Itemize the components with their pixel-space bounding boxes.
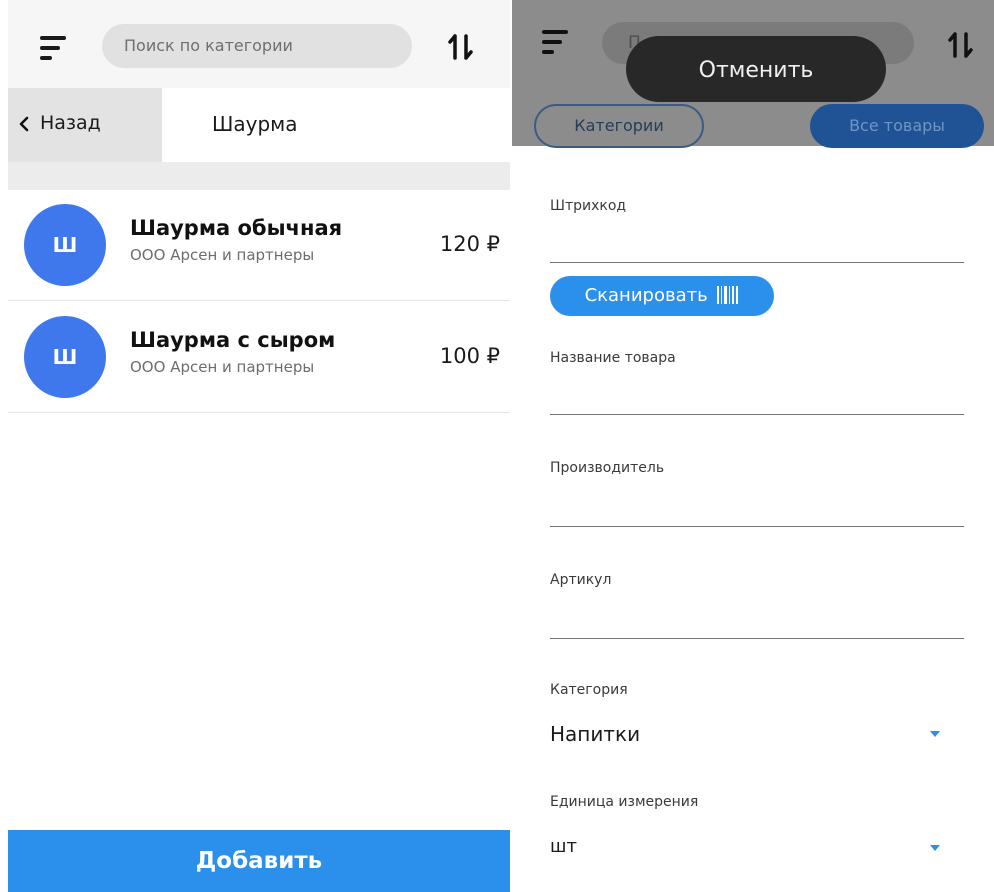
unit-label: Единица измерения — [550, 794, 699, 810]
tab-all-products[interactable]: Все товары — [810, 104, 984, 148]
back-button[interactable]: Назад — [8, 88, 162, 162]
top-bar: Поиск по категории — [8, 0, 510, 88]
manufacturer-underline — [550, 526, 964, 527]
product-price: 100 ₽ — [439, 344, 500, 368]
barcode-field[interactable]: Штрихкод — [550, 198, 964, 264]
barcode-label: Штрихкод — [550, 198, 627, 214]
add-button[interactable]: Добавить — [8, 830, 510, 892]
product-maker: ООО Арсен и партнеры — [130, 246, 315, 264]
category-select[interactable]: Напитки — [550, 722, 640, 746]
dimmed-header: П Категории Все товары Отменить — [512, 0, 994, 148]
product-avatar: Ш — [24, 204, 106, 286]
cancel-toast[interactable]: Отменить — [626, 36, 886, 102]
search-placeholder: Поиск по категории — [124, 36, 293, 55]
tab-categories[interactable]: Категории — [534, 104, 704, 148]
product-price: 120 ₽ — [439, 232, 500, 256]
product-row[interactable]: Ш Шаурма с сыром ООО Арсен и партнеры 10… — [8, 302, 510, 413]
category-title: Шаурма — [212, 112, 298, 136]
product-row[interactable]: Ш Шаурма обычная ООО Арсен и партнеры 12… — [8, 190, 510, 301]
category-nav: Назад Шаурма — [8, 88, 510, 162]
back-label: Назад — [40, 112, 101, 134]
product-name-underline — [550, 414, 964, 415]
scan-button[interactable]: Сканировать — [550, 276, 774, 316]
chevron-left-icon — [19, 116, 29, 132]
product-name: Шаурма с сыром — [130, 328, 336, 352]
manufacturer-label: Производитель — [550, 460, 665, 476]
barcode-icon — [717, 286, 739, 304]
article-field[interactable]: Артикул — [550, 572, 964, 640]
product-name-field[interactable]: Название товара — [550, 350, 964, 416]
product-maker: ООО Арсен и партнеры — [130, 358, 315, 376]
product-name: Шаурма обычная — [130, 216, 343, 240]
product-avatar: Ш — [24, 316, 106, 398]
category-label: Категория — [550, 682, 628, 698]
sort-icon[interactable] — [446, 32, 476, 62]
article-label: Артикул — [550, 572, 612, 588]
right-screen: П Категории Все товары Отменить Штрихкод… — [512, 0, 994, 892]
dropdown-caret-icon[interactable] — [930, 845, 940, 851]
unit-label-wrap: Единица измерения — [550, 794, 964, 814]
menu-icon[interactable] — [542, 30, 572, 54]
barcode-underline — [550, 262, 964, 263]
product-name-label: Название товара — [550, 350, 676, 366]
search-input[interactable]: Поиск по категории — [102, 24, 412, 68]
category-label-wrap: Категория — [550, 682, 964, 702]
menu-icon[interactable] — [40, 36, 70, 60]
article-underline — [550, 638, 964, 639]
section-divider — [8, 162, 510, 190]
left-screen: Поиск по категории Назад Шаурма Ш Шаурма… — [8, 0, 510, 892]
manufacturer-field[interactable]: Производитель — [550, 460, 964, 528]
unit-select[interactable]: шт — [550, 836, 577, 857]
dropdown-caret-icon[interactable] — [930, 731, 940, 737]
sort-icon[interactable] — [946, 30, 976, 60]
scan-label: Сканировать — [584, 285, 708, 306]
